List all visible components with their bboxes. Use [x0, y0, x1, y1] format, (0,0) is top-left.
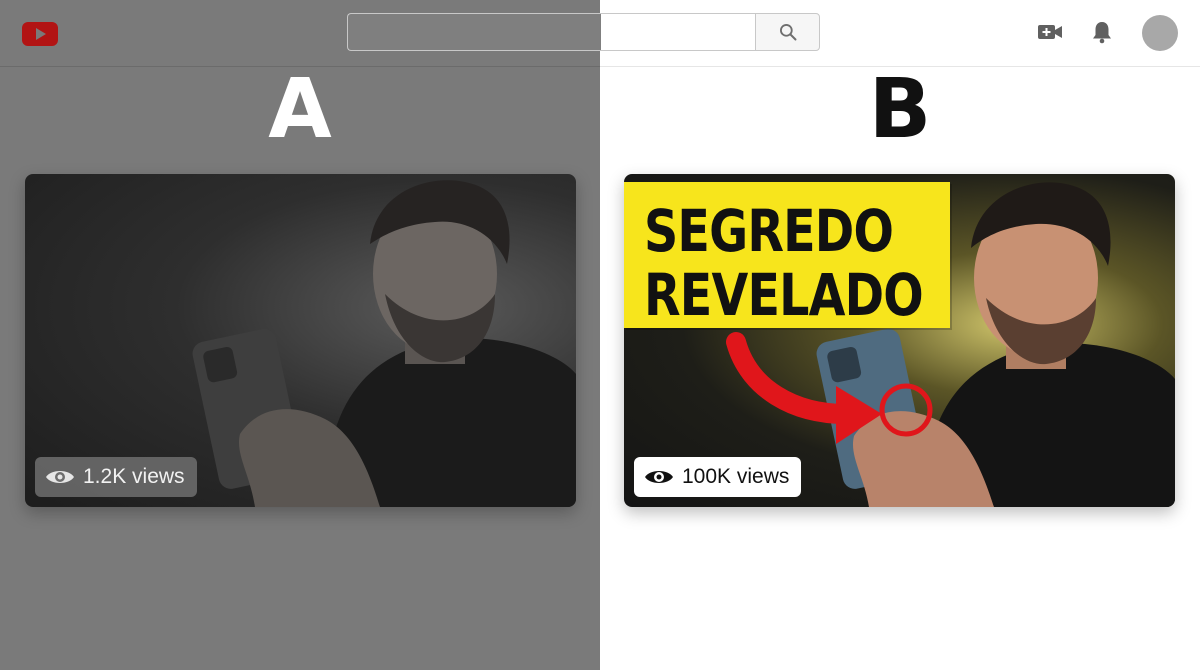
view-count-badge: 1.2K views: [35, 457, 197, 497]
view-count-text: 100K views: [682, 465, 790, 488]
eye-icon: [645, 471, 673, 483]
eye-icon: [46, 471, 74, 483]
top-bar: [0, 0, 1200, 67]
variant-a-label: A: [268, 62, 332, 157]
search-button[interactable]: [755, 13, 820, 51]
thumbnail-b[interactable]: SEGREDO REVELADO 100K views: [624, 174, 1175, 507]
bell-icon[interactable]: [1088, 18, 1116, 46]
search-input[interactable]: [347, 13, 755, 51]
search-icon: [779, 24, 796, 41]
headline-banner: SEGREDO REVELADO: [624, 182, 950, 328]
view-count-badge: 100K views: [634, 457, 802, 497]
variant-b-label: B: [868, 62, 932, 157]
avatar[interactable]: [1142, 15, 1178, 51]
youtube-logo-icon[interactable]: [22, 22, 58, 46]
headline-line-1: SEGREDO: [644, 197, 894, 265]
view-count-text: 1.2K views: [83, 465, 185, 488]
thumbnail-a[interactable]: 1.2K views: [25, 174, 576, 507]
video-camera-plus-icon[interactable]: [1036, 18, 1064, 46]
headline-line-2: REVELADO: [644, 261, 924, 329]
